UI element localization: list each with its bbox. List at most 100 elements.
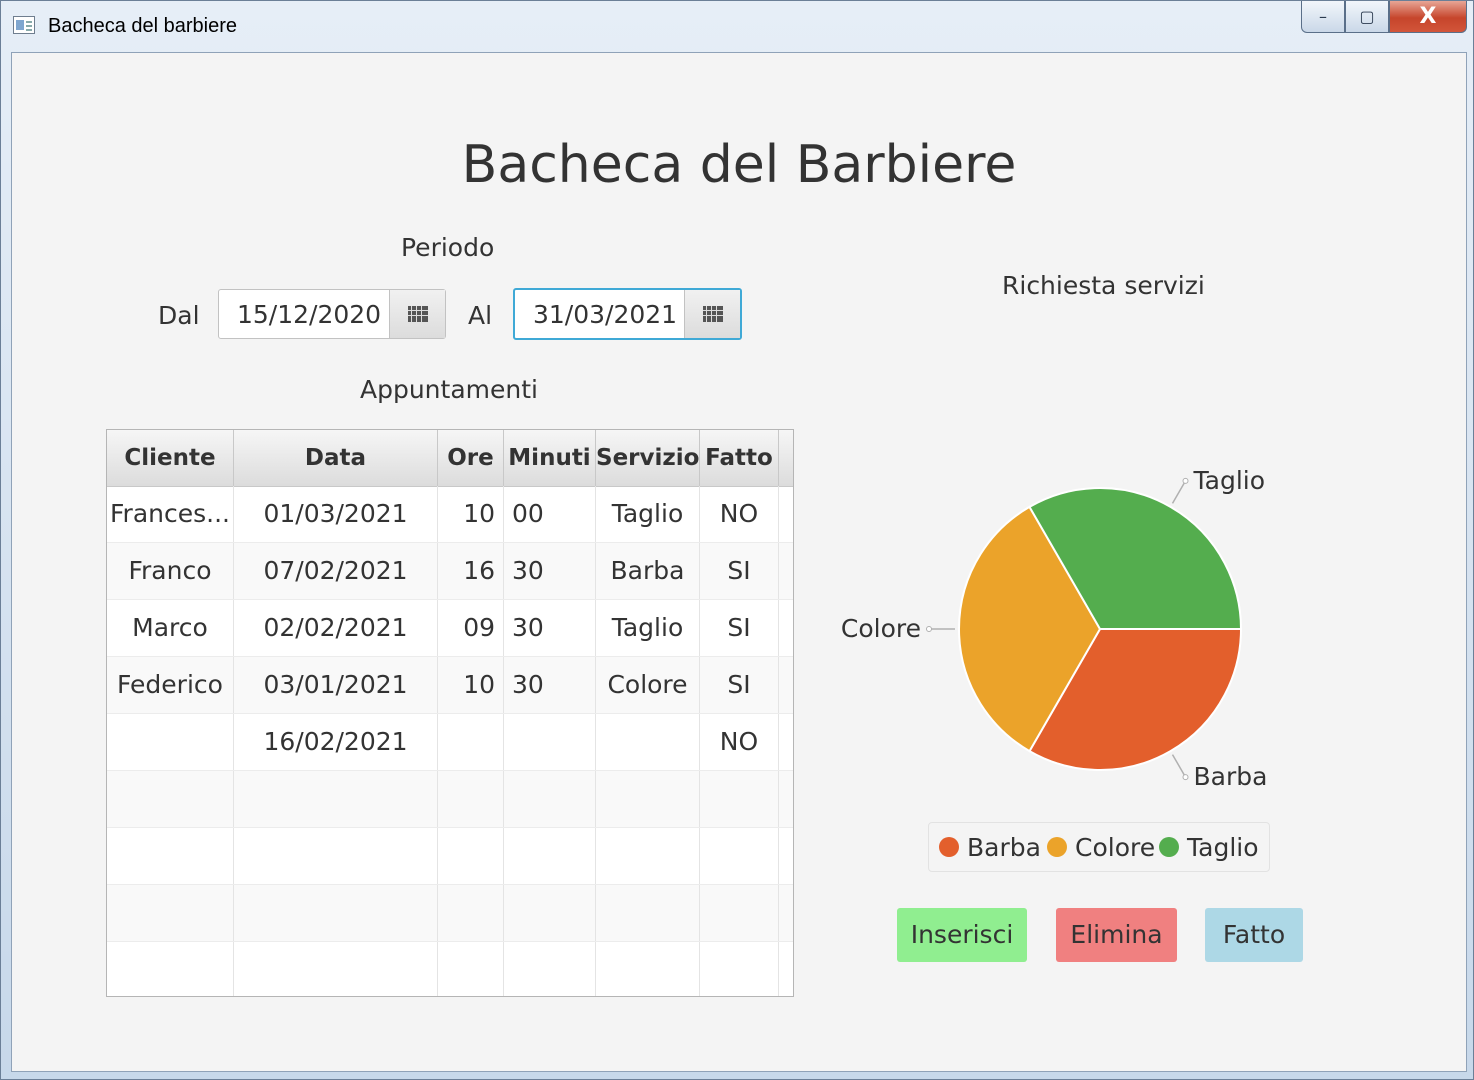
to-date-picker[interactable]: 31/03/2021	[513, 288, 742, 340]
legend-item-colore: Colore	[1047, 833, 1155, 862]
column-header-fatto[interactable]: Fatto	[700, 430, 779, 486]
close-button[interactable]: X	[1389, 1, 1467, 33]
table-cell[interactable]	[234, 885, 438, 941]
pie-label-dot	[926, 626, 932, 632]
table-cell[interactable]	[700, 771, 779, 827]
from-date-picker[interactable]: 15/12/2020	[218, 289, 446, 339]
table-cell[interactable]	[596, 714, 700, 770]
table-row[interactable]: Franco 07/02/2021 16 30 Barba SI	[107, 543, 793, 600]
legend-label: Colore	[1075, 833, 1156, 862]
title-bar[interactable]: Bacheca del barbiere – ▢ X	[1, 1, 1473, 51]
legend-dot-icon	[1159, 837, 1179, 857]
table-cell[interactable]	[438, 885, 504, 941]
delete-button[interactable]: Elimina	[1056, 908, 1177, 962]
table-cell[interactable]	[504, 942, 596, 996]
table-cell[interactable]	[438, 828, 504, 884]
column-header-servizio[interactable]: Servizio	[596, 430, 700, 486]
column-header-minuti[interactable]: Minuti	[504, 430, 596, 486]
table-cell[interactable]	[504, 771, 596, 827]
table-cell[interactable]	[504, 714, 596, 770]
table-cell[interactable]: Colore	[596, 657, 700, 713]
table-cell[interactable]	[700, 885, 779, 941]
table-cell[interactable]: Marco	[107, 600, 234, 656]
table-cell[interactable]: SI	[700, 600, 779, 656]
table-cell[interactable]	[504, 828, 596, 884]
table-cell[interactable]	[438, 771, 504, 827]
calendar-icon	[407, 306, 428, 322]
table-cell[interactable]: 03/01/2021	[234, 657, 438, 713]
pie-label-barba: Barba	[1194, 762, 1268, 791]
pie-label-dot	[1182, 774, 1189, 781]
pie-label-colore: Colore	[841, 614, 921, 643]
to-calendar-button[interactable]	[684, 290, 740, 338]
table-cell[interactable]: SI	[700, 657, 779, 713]
table-cell[interactable]: SI	[700, 543, 779, 599]
table-row[interactable]	[107, 828, 793, 885]
table-cell[interactable]	[234, 942, 438, 996]
table-cell[interactable]: 07/02/2021	[234, 543, 438, 599]
table-cell[interactable]: NO	[700, 486, 779, 542]
calendar-icon	[702, 306, 723, 322]
table-cell[interactable]	[234, 828, 438, 884]
table-cell[interactable]: 16/02/2021	[234, 714, 438, 770]
table-cell[interactable]: NO	[700, 714, 779, 770]
table-row[interactable]: Federico 03/01/2021 10 30 Colore SI	[107, 657, 793, 714]
column-header-data[interactable]: Data	[234, 430, 438, 486]
to-label: Al	[468, 301, 493, 330]
from-calendar-button[interactable]	[389, 290, 445, 338]
column-header-ore[interactable]: Ore	[438, 430, 504, 486]
table-cell[interactable]: 02/02/2021	[234, 600, 438, 656]
table-cell[interactable]	[107, 828, 234, 884]
period-label: Periodo	[401, 233, 495, 262]
table-cell[interactable]: Taglio	[596, 486, 700, 542]
table-cell[interactable]: Barba	[596, 543, 700, 599]
table-row[interactable]	[107, 885, 793, 942]
table-cell[interactable]	[596, 942, 700, 996]
client-area: Bacheca del Barbiere Periodo Dal 15/12/2…	[11, 52, 1467, 1072]
table-cell[interactable]: 10	[438, 657, 504, 713]
table-row[interactable]: Frances... 01/03/2021 10 00 Taglio NO	[107, 486, 793, 543]
pie-label-taglio: Taglio	[1193, 466, 1266, 495]
to-date-value[interactable]: 31/03/2021	[533, 300, 677, 329]
table-cell[interactable]: Frances...	[107, 486, 234, 542]
from-date-value[interactable]: 15/12/2020	[237, 300, 381, 329]
table-cell[interactable]: Taglio	[596, 600, 700, 656]
minimize-button[interactable]: –	[1301, 1, 1345, 33]
services-pie-chart: Barba Colore Taglio	[841, 466, 1268, 791]
table-cell[interactable]	[107, 714, 234, 770]
table-cell[interactable]	[234, 771, 438, 827]
table-cell[interactable]	[700, 942, 779, 996]
pie-label-line	[1171, 754, 1187, 778]
table-cell[interactable]: 30	[504, 657, 596, 713]
table-cell[interactable]: 10	[438, 486, 504, 542]
table-row[interactable]: 16/02/2021 NO	[107, 714, 793, 771]
table-cell[interactable]: Federico	[107, 657, 234, 713]
table-cell[interactable]	[107, 885, 234, 941]
page-title: Bacheca del Barbiere	[461, 135, 1017, 195]
table-row[interactable]	[107, 771, 793, 828]
table-cell[interactable]	[700, 828, 779, 884]
maximize-button[interactable]: ▢	[1345, 1, 1389, 33]
table-cell[interactable]	[596, 771, 700, 827]
table-cell[interactable]: 16	[438, 543, 504, 599]
table-cell[interactable]: 09	[438, 600, 504, 656]
table-cell[interactable]	[438, 714, 504, 770]
table-row[interactable]	[107, 942, 793, 996]
table-cell[interactable]	[107, 942, 234, 996]
done-button[interactable]: Fatto	[1205, 908, 1303, 962]
table-cell[interactable]: 01/03/2021	[234, 486, 438, 542]
table-cell[interactable]	[438, 942, 504, 996]
table-cell[interactable]: 30	[504, 600, 596, 656]
table-row[interactable]: Marco 02/02/2021 09 30 Taglio SI	[107, 600, 793, 657]
table-cell[interactable]	[107, 771, 234, 827]
table-cell[interactable]	[504, 885, 596, 941]
column-header-cliente[interactable]: Cliente	[107, 430, 234, 486]
table-cell[interactable]: 00	[504, 486, 596, 542]
table-cell[interactable]: 30	[504, 543, 596, 599]
table-cell[interactable]	[596, 885, 700, 941]
table-cell[interactable]	[596, 828, 700, 884]
chart-legend: Barba Colore Taglio	[928, 822, 1270, 872]
table-cell[interactable]: Franco	[107, 543, 234, 599]
insert-button[interactable]: Inserisci	[897, 908, 1027, 962]
appointments-table[interactable]: Cliente Data Ore Minuti Servizio Fatto F…	[106, 429, 794, 997]
